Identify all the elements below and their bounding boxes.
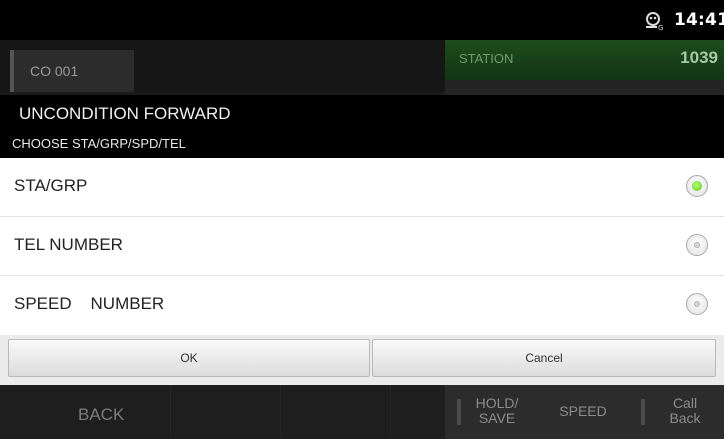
radio-dot-icon xyxy=(694,242,700,248)
option-sta-grp[interactable]: STA/GRP xyxy=(0,158,724,217)
hold-save-label: HOLD/ SAVE xyxy=(475,395,519,426)
radio-button[interactable] xyxy=(686,234,708,256)
call-back-button[interactable]: Call Back xyxy=(629,385,724,439)
dialog-button-bar: OK Cancel xyxy=(0,335,724,385)
back-button-label: BACK xyxy=(78,405,125,424)
station-header: STATION 1039 xyxy=(445,40,724,80)
hold-save-button[interactable]: HOLD/ SAVE xyxy=(445,385,538,439)
bottom-bar-empty-slot xyxy=(280,385,391,439)
radio-button[interactable] xyxy=(686,293,708,315)
bottom-bar-empty-slot xyxy=(170,385,281,439)
dialog-subtitle: CHOOSE STA/GRP/SPD/TEL xyxy=(12,136,186,151)
button-indicator xyxy=(457,399,461,425)
station-number: 1039 xyxy=(680,48,718,67)
back-button[interactable]: BACK xyxy=(0,385,171,439)
button-indicator xyxy=(641,399,645,425)
bottom-bar-empty-slot xyxy=(390,385,446,439)
call-back-label: Call Back xyxy=(669,395,701,426)
option-list: STA/GRP TEL NUMBER SPEED NUMBER xyxy=(0,158,724,335)
forward-dialog: UNCONDITION FORWARD CHOOSE STA/GRP/SPD/T… xyxy=(0,95,724,385)
bottom-action-bar: BACK HOLD/ SAVE SPEED Call Back xyxy=(0,385,724,439)
station-panel xyxy=(445,80,724,96)
dialog-title: UNCONDITION FORWARD xyxy=(19,104,231,123)
cancel-button[interactable]: Cancel xyxy=(372,339,716,377)
option-label: TEL NUMBER xyxy=(14,235,123,254)
radio-dot-icon xyxy=(692,181,702,191)
ok-button[interactable]: OK xyxy=(8,339,370,377)
station-label: STATION xyxy=(459,51,514,66)
status-clock: 14:41 xyxy=(674,10,724,30)
radio-dot-icon xyxy=(694,301,700,307)
option-label: STA/GRP xyxy=(14,176,88,195)
speed-button[interactable]: SPEED xyxy=(537,385,630,439)
android-debug-icon: G xyxy=(646,12,663,31)
option-speed-number[interactable]: SPEED NUMBER xyxy=(0,276,724,334)
co-line-panel[interactable]: CO 001 xyxy=(10,50,134,92)
speed-label: SPEED xyxy=(559,403,607,419)
svg-text:G: G xyxy=(658,24,663,31)
radio-button-selected[interactable] xyxy=(686,175,708,197)
co-line-label: CO 001 xyxy=(30,63,79,79)
status-bar: G 14:41 xyxy=(0,0,724,40)
option-label: SPEED NUMBER xyxy=(14,294,165,313)
dialog-header: UNCONDITION FORWARD CHOOSE STA/GRP/SPD/T… xyxy=(0,95,724,158)
option-tel-number[interactable]: TEL NUMBER xyxy=(0,217,724,276)
